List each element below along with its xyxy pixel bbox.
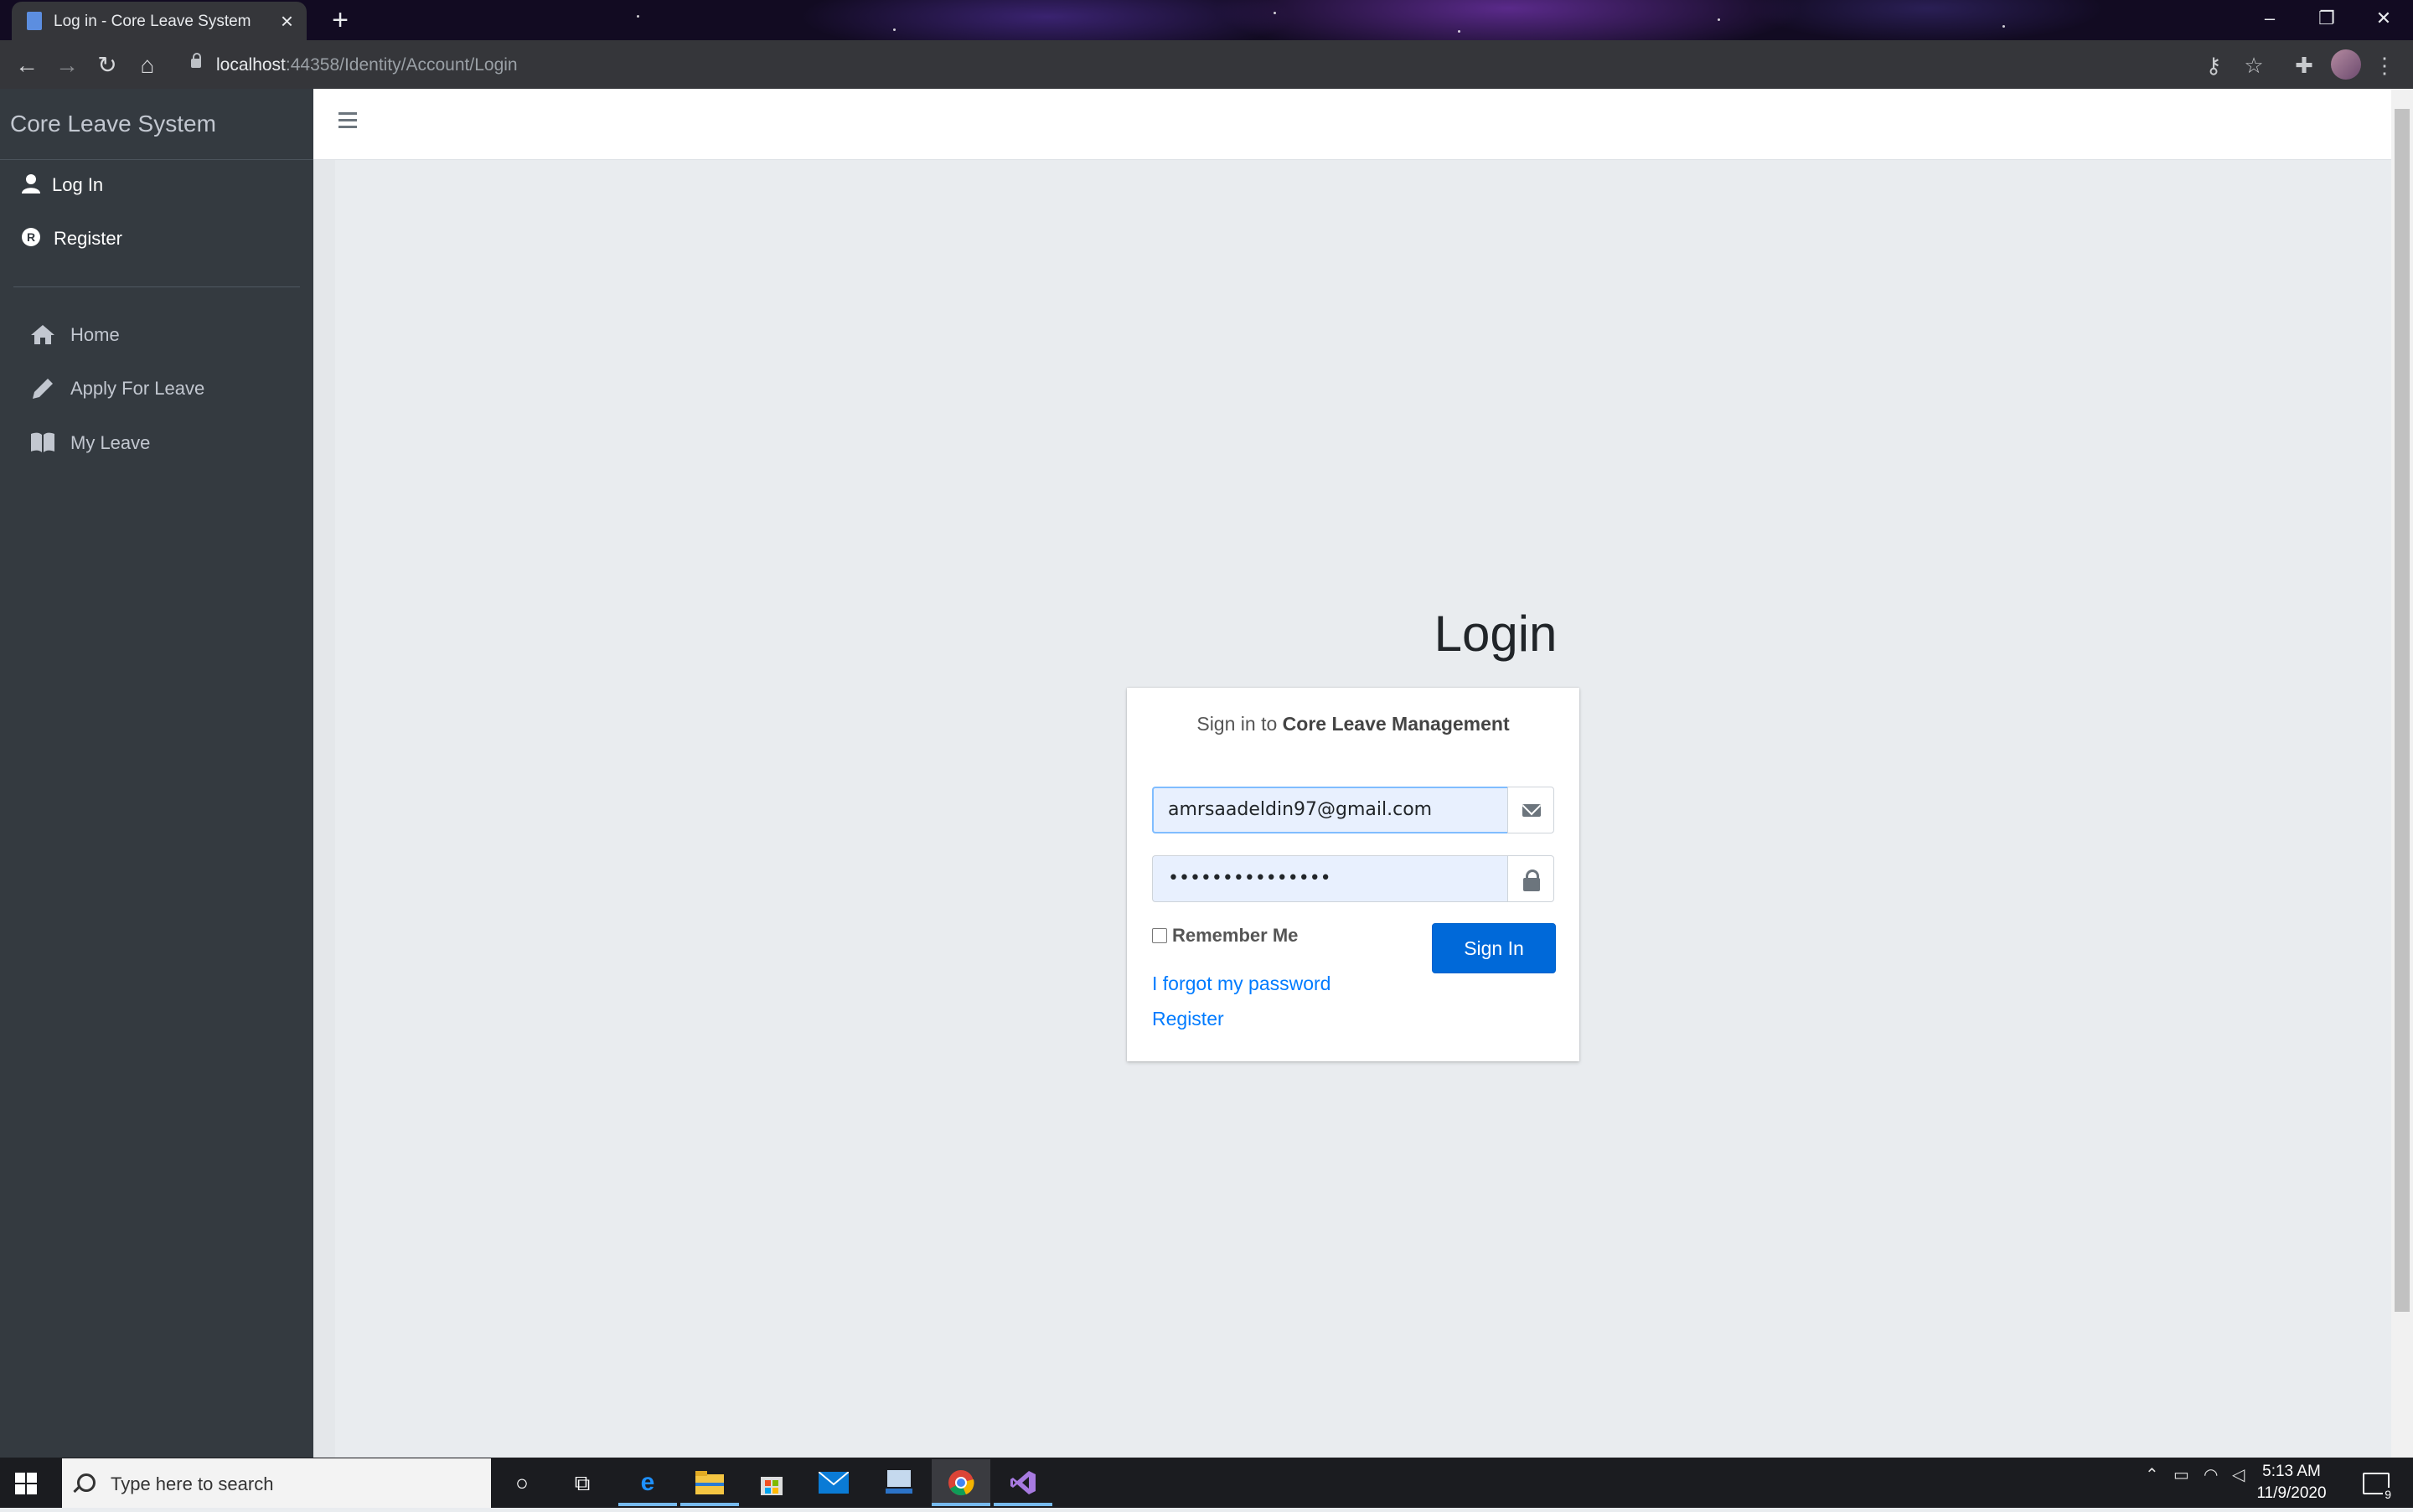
app-name: Core Leave Management — [1282, 713, 1510, 735]
mail-app-icon[interactable] — [804, 1459, 863, 1506]
task-view-icon[interactable]: ⧉ — [553, 1459, 612, 1506]
sign-in-button[interactable]: Sign In — [1432, 923, 1556, 973]
message-prefix: Sign in to — [1196, 713, 1278, 735]
search-placeholder: Type here to search — [111, 1473, 274, 1494]
sidebar-item-label: Apply For Leave — [70, 378, 205, 399]
login-card: Sign in to Core Leave Management amrsaad… — [1127, 688, 1579, 1061]
lock-icon — [1523, 870, 1540, 891]
home-browser-icon[interactable]: ⌂ — [131, 49, 164, 82]
brand-text: Core Leave System — [10, 111, 216, 137]
password-field[interactable]: ••••••••••••••• — [1152, 855, 1507, 902]
tab-title: Log in - Core Leave System — [54, 13, 251, 30]
sidebar-item-label: Register — [54, 228, 122, 249]
email-input-group: amrsaadeldin97@gmail.com — [1152, 787, 1554, 835]
taskbar-search-box[interactable]: Type here to search — [62, 1458, 491, 1508]
background-star — [637, 15, 639, 18]
extensions-puzzle-icon[interactable]: ✚ — [2287, 49, 2321, 82]
network-icon[interactable]: ◠ — [2204, 1464, 2218, 1485]
login-box-message: Sign in to Core Leave Management — [1127, 713, 1579, 735]
key-icon[interactable]: ⚷ — [2197, 49, 2230, 82]
tab-close-icon[interactable]: × — [281, 8, 293, 34]
bookmark-star-icon[interactable]: ☆ — [2237, 49, 2271, 82]
windows-start-icon[interactable] — [15, 1473, 37, 1494]
sidebar: Core Leave System Log In R Register Home… — [0, 89, 313, 1458]
register-link[interactable]: Register — [1152, 1008, 1224, 1030]
clock-time: 5:13 AM — [2262, 1463, 2321, 1480]
secure-lock-icon[interactable] — [191, 53, 201, 68]
background-star — [893, 28, 896, 31]
page-title: Login — [1434, 606, 1558, 662]
sidebar-item-apply-for-leave[interactable]: Apply For Leave — [0, 365, 313, 412]
brand-link[interactable]: Core Leave System — [0, 89, 313, 160]
sidebar-divider — [13, 286, 300, 287]
store-icon[interactable] — [742, 1459, 801, 1506]
sidebar-item-label: Home — [70, 324, 120, 345]
back-arrow-icon[interactable]: ← — [10, 49, 44, 82]
pencil-icon — [30, 377, 55, 406]
remote-desktop-icon[interactable] — [870, 1459, 928, 1506]
close-window-button[interactable]: ✕ — [2356, 0, 2411, 37]
email-field[interactable]: amrsaadeldin97@gmail.com — [1152, 787, 1507, 833]
clock-date: 11/9/2020 — [2256, 1484, 2327, 1502]
browser-tab-active[interactable]: Log in - Core Leave System × — [12, 2, 307, 40]
remember-me-checkbox[interactable] — [1152, 928, 1167, 943]
sidebar-item-label: Log In — [52, 174, 104, 195]
notification-center-icon[interactable]: 9 — [2363, 1473, 2393, 1501]
edge-browser-icon[interactable]: e — [618, 1459, 677, 1506]
password-addon — [1507, 855, 1554, 902]
home-icon — [30, 323, 55, 351]
svg-text:R: R — [27, 230, 35, 244]
sidebar-item-my-leave[interactable]: My Leave — [0, 420, 313, 467]
user-icon — [18, 173, 44, 199]
registered-icon: R — [18, 227, 44, 253]
remember-me-label[interactable]: Remember Me — [1172, 925, 1298, 947]
new-tab-button[interactable]: + — [325, 5, 355, 35]
battery-icon[interactable]: ▭ — [2173, 1464, 2189, 1485]
browser-tab-strip — [0, 0, 2413, 40]
file-explorer-icon[interactable] — [680, 1459, 739, 1506]
password-input-group: ••••••••••••••• — [1152, 855, 1554, 904]
show-hidden-icons-icon[interactable]: ⌃ — [2145, 1464, 2159, 1485]
background-star — [1274, 12, 1276, 14]
email-addon — [1507, 787, 1554, 833]
envelope-icon — [1522, 804, 1541, 817]
book-icon — [30, 431, 55, 459]
reload-icon[interactable]: ↻ — [90, 49, 124, 82]
background-star — [2002, 25, 2005, 28]
chrome-icon[interactable] — [932, 1459, 990, 1506]
sidebar-item-login[interactable]: Log In — [0, 162, 313, 209]
content-edge — [313, 160, 335, 1458]
search-icon — [77, 1473, 96, 1492]
forward-arrow-icon[interactable]: → — [50, 49, 84, 82]
top-navbar — [313, 89, 2391, 160]
volume-icon[interactable]: ◁ — [2232, 1464, 2245, 1485]
scrollbar-thumb[interactable] — [2395, 109, 2410, 1312]
sidebar-item-label: My Leave — [70, 432, 151, 453]
sidebar-item-home[interactable]: Home — [0, 312, 313, 359]
forgot-password-link[interactable]: I forgot my password — [1152, 973, 1331, 995]
notification-count: 9 — [2383, 1488, 2393, 1501]
background-star — [1458, 30, 1460, 33]
background-star — [1718, 18, 1720, 21]
cortana-icon[interactable]: ○ — [493, 1459, 551, 1506]
hamburger-menu-icon[interactable] — [338, 112, 357, 132]
profile-avatar[interactable] — [2331, 49, 2361, 80]
minimize-button[interactable]: – — [2242, 0, 2297, 37]
address-bar[interactable]: localhost:44358/Identity/Account/Login — [216, 52, 518, 79]
browser-menu-icon[interactable]: ⋮ — [2368, 49, 2401, 82]
taskbar-clock[interactable]: 5:13 AM 11/9/2020 — [2245, 1461, 2338, 1504]
visual-studio-icon[interactable] — [994, 1459, 1052, 1506]
url-path: :44358/Identity/Account/Login — [285, 55, 518, 75]
url-host: localhost — [216, 55, 286, 75]
sidebar-item-register[interactable]: R Register — [0, 215, 313, 262]
restore-button[interactable]: ❐ — [2299, 0, 2354, 37]
page-favicon-icon — [27, 12, 42, 30]
